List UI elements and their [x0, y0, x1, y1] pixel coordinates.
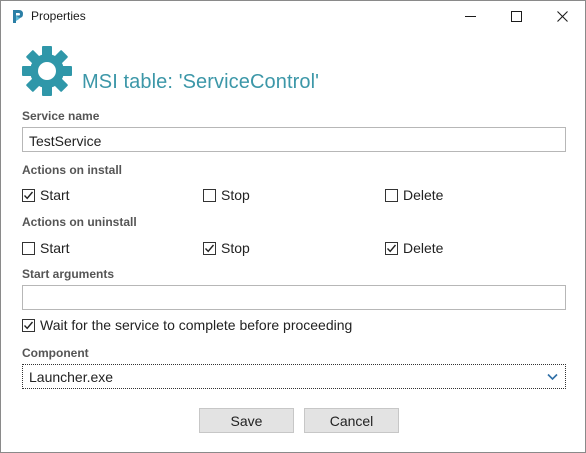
checkbox-box[interactable]	[22, 241, 35, 255]
page-title: MSI table: 'ServiceControl'	[82, 71, 320, 93]
checkmark-icon	[23, 321, 34, 329]
properties-window: Properties MSI table: 'ServiceControl' S…	[0, 0, 586, 453]
close-icon	[556, 11, 568, 22]
checkbox-label: Wait for the service to complete before …	[40, 317, 353, 333]
uninstall-delete-checkbox[interactable]: Delete	[385, 240, 443, 256]
chevron-down-icon	[547, 373, 558, 381]
window-title: Properties	[31, 9, 86, 23]
install-start-checkbox[interactable]: Start	[22, 187, 70, 203]
component-label: Component	[22, 346, 89, 360]
uninstall-start-checkbox[interactable]: Start	[22, 240, 70, 256]
checkmark-icon	[204, 244, 215, 252]
title-bar[interactable]: Properties	[1, 1, 585, 32]
checkbox-label: Start	[40, 240, 70, 256]
checkbox-box[interactable]	[22, 318, 35, 332]
checkbox-label: Start	[40, 187, 70, 203]
install-delete-checkbox[interactable]: Delete	[385, 187, 443, 203]
checkbox-box[interactable]	[22, 188, 35, 202]
checkbox-box[interactable]	[385, 241, 398, 255]
start-arguments-label: Start arguments	[22, 267, 115, 281]
checkbox-label: Delete	[403, 187, 444, 203]
component-value: Launcher.exe	[29, 369, 114, 385]
checkbox-box[interactable]	[385, 188, 398, 202]
checkbox-label: Stop	[221, 240, 250, 256]
save-button[interactable]: Save	[199, 408, 294, 433]
install-stop-checkbox[interactable]: Stop	[203, 187, 250, 203]
close-button[interactable]	[539, 1, 585, 32]
service-name-input[interactable]: TestService	[22, 127, 566, 152]
checkbox-box[interactable]	[203, 241, 216, 255]
uninstall-stop-checkbox[interactable]: Stop	[203, 240, 250, 256]
cancel-button[interactable]: Cancel	[304, 408, 399, 433]
service-name-label: Service name	[22, 109, 100, 123]
maximize-button[interactable]	[493, 1, 539, 32]
start-arguments-input[interactable]	[22, 285, 566, 310]
checkbox-box[interactable]	[203, 188, 216, 202]
checkbox-label: Stop	[221, 187, 250, 203]
actions-on-install-label: Actions on install	[22, 163, 123, 177]
component-select[interactable]: Launcher.exe	[22, 364, 566, 389]
maximize-icon	[510, 11, 522, 22]
actions-on-uninstall-label: Actions on uninstall	[22, 215, 137, 229]
checkbox-label: Delete	[403, 240, 444, 256]
minimize-button[interactable]	[447, 1, 493, 32]
wait-for-service-checkbox[interactable]: Wait for the service to complete before …	[22, 317, 352, 333]
app-logo-icon	[10, 9, 25, 24]
gear-icon	[21, 45, 73, 97]
minimize-icon	[464, 16, 476, 17]
checkmark-icon	[23, 191, 34, 199]
checkmark-icon	[386, 244, 397, 252]
